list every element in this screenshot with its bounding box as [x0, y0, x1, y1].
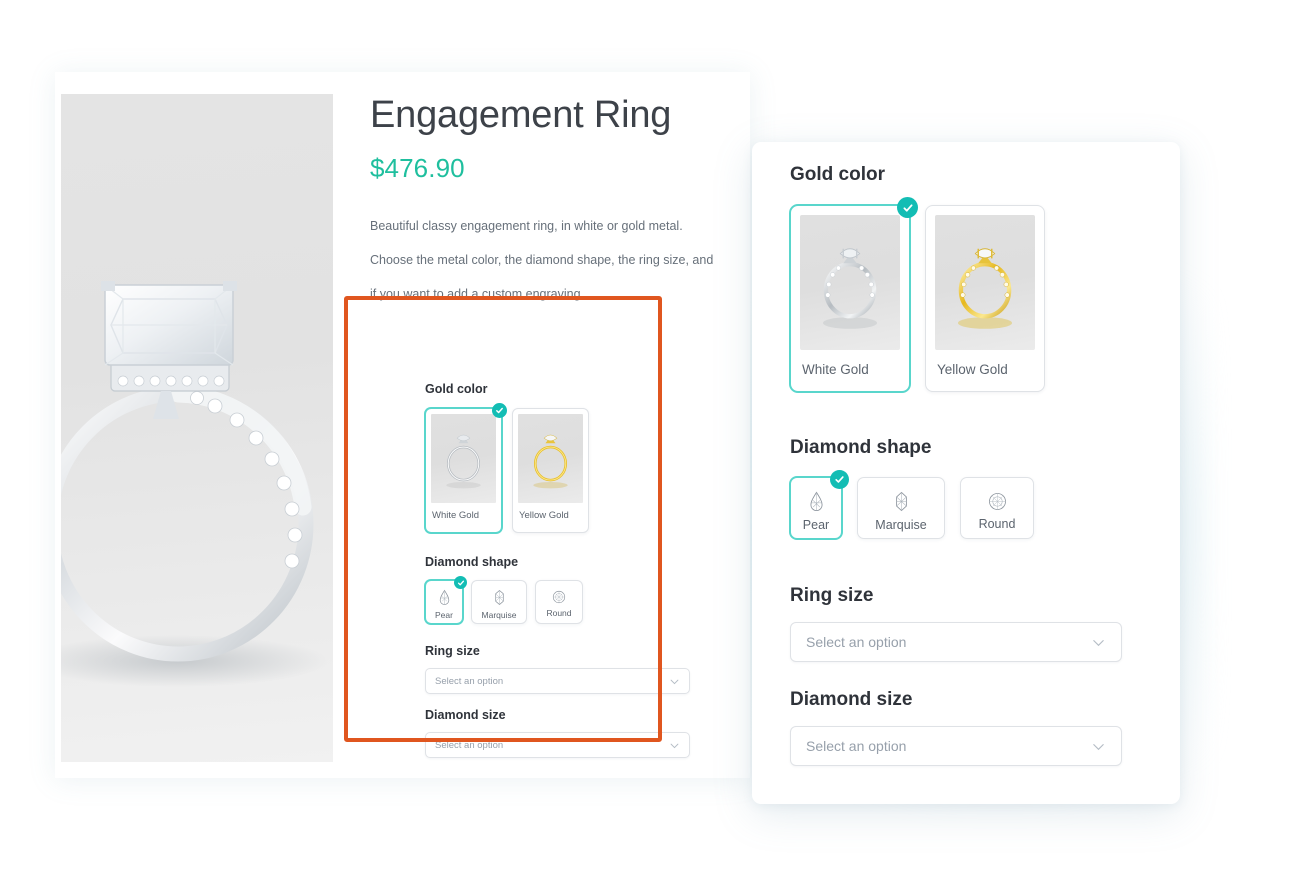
gold-color-option-yellow[interactable]: Yellow Gold	[512, 408, 589, 533]
diamond-shape-option-name: Pear	[435, 609, 453, 620]
gold-color-option-white[interactable]: White Gold	[425, 403, 507, 533]
diamond-shape-option-name: Pear	[802, 517, 830, 532]
gold-color-option-name: White Gold	[432, 510, 479, 521]
diamond-shape-option-name: Round	[978, 516, 1016, 531]
ring-size-placeholder: Select an option	[435, 675, 504, 687]
description-line-2: Choose the metal color, the diamond shap…	[370, 252, 714, 267]
yellow-gold-thumbnail	[935, 215, 1035, 350]
pear-gem-icon	[438, 589, 451, 606]
diamond-shape-label: Diamond shape	[425, 555, 519, 569]
gold-color-option-name: Yellow Gold	[937, 362, 1008, 377]
white-gold-ring-icon	[823, 248, 877, 329]
white-gold-thumbnail	[431, 414, 496, 503]
pear-gem-icon	[808, 491, 825, 512]
diamond-shape-option-marquise[interactable]: Marquise	[857, 477, 945, 539]
ring-size-label: Ring size	[790, 585, 874, 606]
ring-size-label: Ring size	[425, 644, 480, 658]
gold-color-label: Gold color	[425, 382, 488, 396]
description-line-3: if you want to add a custom engraving.	[370, 287, 585, 302]
gold-color-swatches: White Gold Yellow Gold	[790, 197, 1140, 392]
gold-color-option-white[interactable]: White Gold	[790, 197, 918, 392]
white-gold-thumbnail	[800, 215, 900, 350]
diamond-shape-option-name: Marquise	[875, 517, 927, 532]
gold-color-label: Gold color	[790, 164, 885, 185]
diamond-size-block: Diamond size Select an option	[425, 708, 693, 758]
diamond-shape-option-marquise[interactable]: Marquise	[471, 580, 527, 624]
ring-size-select[interactable]: Select an option	[790, 622, 1122, 662]
round-gem-icon	[988, 492, 1007, 511]
gold-color-block: Gold color White Gold Yellow Gold	[425, 382, 693, 533]
marquise-gem-icon	[893, 491, 910, 512]
diamond-shape-label: Diamond shape	[790, 437, 932, 458]
round-gem-icon	[552, 590, 566, 604]
diamond-size-placeholder: Select an option	[806, 738, 907, 754]
right-options-group: Gold color White Gold Yellow Gold Diamon…	[790, 164, 1140, 766]
diamond-shape-buttons: Pear Marquise Round	[790, 470, 1140, 539]
marquise-gem-icon	[493, 589, 506, 606]
page-title: Engagement Ring	[370, 94, 672, 136]
diamond-shape-block: Diamond shape Pear Marquise Round	[425, 555, 693, 624]
chevron-down-icon	[669, 740, 680, 751]
diamond-shape-buttons: Pear Marquise Round	[425, 576, 693, 624]
product-detail-card: Engagement Ring $476.90 Beautiful classy…	[55, 72, 750, 778]
diamond-shape-option-round[interactable]: Round	[960, 477, 1034, 539]
product-description: Beautiful classy engagement ring, in whi…	[370, 209, 742, 312]
check-icon	[897, 197, 918, 218]
diamond-shape-option-pear[interactable]: Pear	[425, 576, 467, 624]
gold-color-option-yellow[interactable]: Yellow Gold	[925, 205, 1045, 392]
diamond-shape-option-round[interactable]: Round	[535, 580, 583, 624]
chevron-down-icon	[1091, 635, 1106, 650]
diamond-shape-block: Diamond shape Pear Marquise Round	[790, 437, 1140, 539]
chevron-down-icon	[669, 676, 680, 687]
check-icon	[454, 576, 467, 589]
check-icon	[492, 403, 507, 418]
chevron-down-icon	[1091, 739, 1106, 754]
ring-size-placeholder: Select an option	[806, 634, 907, 650]
yellow-gold-ring-icon	[958, 248, 1012, 329]
product-price: $476.90	[370, 152, 465, 183]
diamond-size-block: Diamond size Select an option	[790, 689, 1140, 766]
diamond-size-placeholder: Select an option	[435, 739, 504, 751]
yellow-gold-ring-icon	[533, 434, 568, 489]
gold-color-swatches: White Gold Yellow Gold	[425, 403, 693, 533]
diamond-size-select[interactable]: Select an option	[425, 732, 690, 758]
product-info: Engagement Ring $476.90 Beautiful classy…	[370, 94, 742, 312]
white-gold-ring-icon	[446, 434, 481, 489]
ring-size-select[interactable]: Select an option	[425, 668, 690, 694]
diamond-shape-option-pear[interactable]: Pear	[790, 470, 849, 539]
ring-size-block: Ring size Select an option	[425, 644, 693, 694]
options-zoom-card: Gold color White Gold Yellow Gold Diamon…	[752, 142, 1180, 804]
diamond-shape-option-name: Round	[546, 608, 572, 618]
check-icon	[830, 470, 849, 489]
diamond-shape-option-name: Marquise	[481, 609, 517, 620]
diamond-size-select[interactable]: Select an option	[790, 726, 1122, 766]
diamond-size-label: Diamond size	[790, 689, 913, 710]
diamond-size-label: Diamond size	[425, 708, 506, 722]
gold-color-option-name: Yellow Gold	[519, 510, 569, 521]
gold-color-block: Gold color White Gold Yellow Gold	[790, 164, 1140, 392]
gold-color-option-name: White Gold	[802, 362, 869, 377]
engagement-ring-photo-svg	[61, 281, 328, 687]
left-options-group: Gold color White Gold Yellow Gold Diamon…	[425, 382, 693, 758]
yellow-gold-thumbnail	[518, 414, 583, 503]
product-image[interactable]	[61, 94, 333, 762]
ring-size-block: Ring size Select an option	[790, 585, 1140, 662]
description-line-1: Beautiful classy engagement ring, in whi…	[370, 218, 683, 233]
